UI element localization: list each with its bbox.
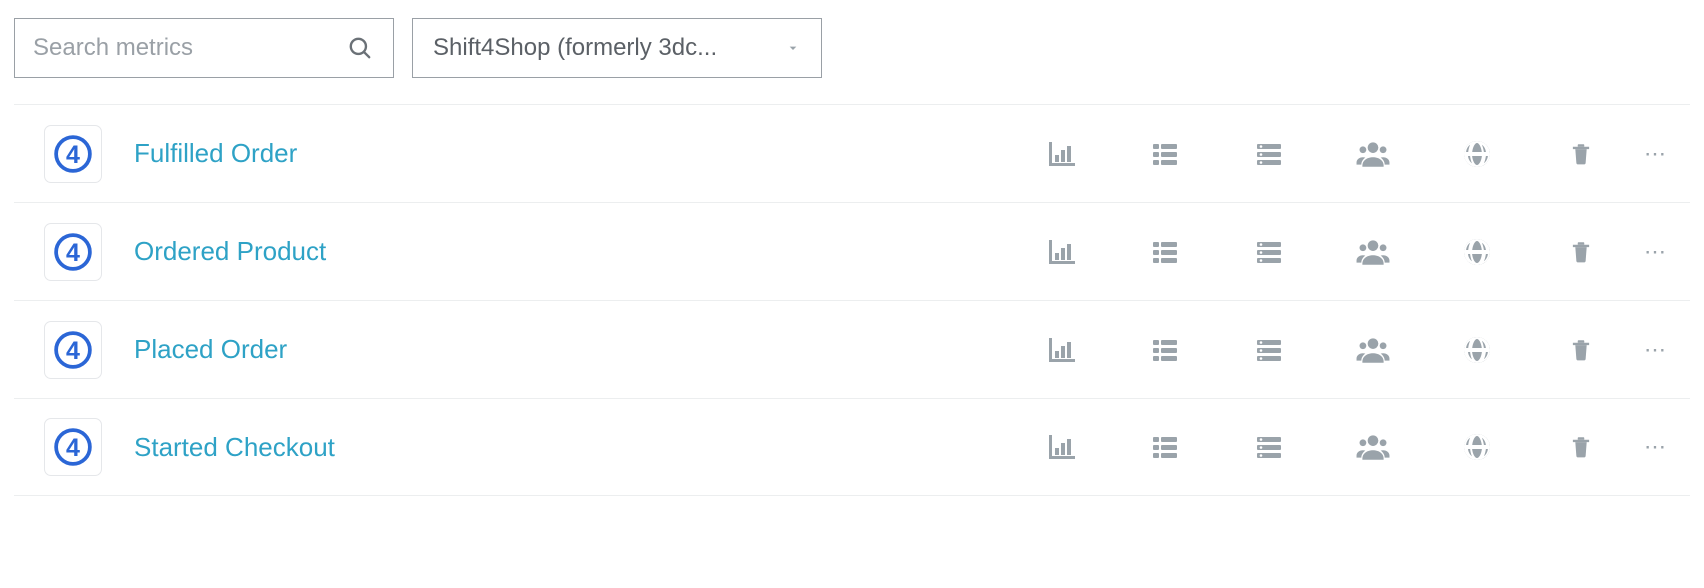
more-icon[interactable]: ⋯ (1640, 434, 1670, 460)
trash-icon[interactable] (1564, 430, 1598, 464)
chart-icon[interactable] (1044, 235, 1078, 269)
integration-logo (44, 125, 102, 183)
globe-icon[interactable] (1460, 333, 1494, 367)
people-icon[interactable] (1356, 333, 1390, 367)
trash-icon[interactable] (1564, 333, 1598, 367)
server-icon[interactable] (1252, 430, 1286, 464)
search-icon[interactable] (343, 31, 377, 65)
metric-link[interactable]: Ordered Product (134, 236, 1044, 267)
server-icon[interactable] (1252, 235, 1286, 269)
server-icon[interactable] (1252, 137, 1286, 171)
people-icon[interactable] (1356, 430, 1390, 464)
metric-link[interactable]: Placed Order (134, 334, 1044, 365)
globe-icon[interactable] (1460, 430, 1494, 464)
search-input[interactable] (33, 34, 375, 62)
more-icon[interactable]: ⋯ (1640, 337, 1670, 363)
integration-dropdown[interactable]: Shift4Shop (formerly 3dc... (412, 18, 822, 78)
chart-icon[interactable] (1044, 333, 1078, 367)
chart-icon[interactable] (1044, 137, 1078, 171)
trash-icon[interactable] (1564, 235, 1598, 269)
row-actions: ⋯ (1044, 333, 1690, 367)
metrics-list: Fulfilled Order ⋯ Ordered Product ⋯ Plac… (14, 104, 1690, 496)
chevron-down-icon (785, 40, 801, 56)
toolbar: Shift4Shop (formerly 3dc... (14, 18, 1690, 104)
integration-logo (44, 223, 102, 281)
metric-row: Placed Order ⋯ (14, 300, 1690, 398)
chart-icon[interactable] (1044, 430, 1078, 464)
more-icon[interactable]: ⋯ (1640, 141, 1670, 167)
integration-logo (44, 321, 102, 379)
list-icon[interactable] (1148, 333, 1182, 367)
row-actions: ⋯ (1044, 137, 1690, 171)
people-icon[interactable] (1356, 137, 1390, 171)
server-icon[interactable] (1252, 333, 1286, 367)
globe-icon[interactable] (1460, 235, 1494, 269)
list-icon[interactable] (1148, 235, 1182, 269)
metric-row: Started Checkout ⋯ (14, 398, 1690, 496)
metric-row: Ordered Product ⋯ (14, 202, 1690, 300)
more-icon[interactable]: ⋯ (1640, 239, 1670, 265)
integration-logo (44, 418, 102, 476)
trash-icon[interactable] (1564, 137, 1598, 171)
row-actions: ⋯ (1044, 430, 1690, 464)
metric-link[interactable]: Fulfilled Order (134, 138, 1044, 169)
list-icon[interactable] (1148, 430, 1182, 464)
people-icon[interactable] (1356, 235, 1390, 269)
dropdown-label: Shift4Shop (formerly 3dc... (433, 34, 777, 62)
globe-icon[interactable] (1460, 137, 1494, 171)
metric-link[interactable]: Started Checkout (134, 432, 1044, 463)
metric-row: Fulfilled Order ⋯ (14, 104, 1690, 202)
list-icon[interactable] (1148, 137, 1182, 171)
row-actions: ⋯ (1044, 235, 1690, 269)
search-box[interactable] (14, 18, 394, 78)
